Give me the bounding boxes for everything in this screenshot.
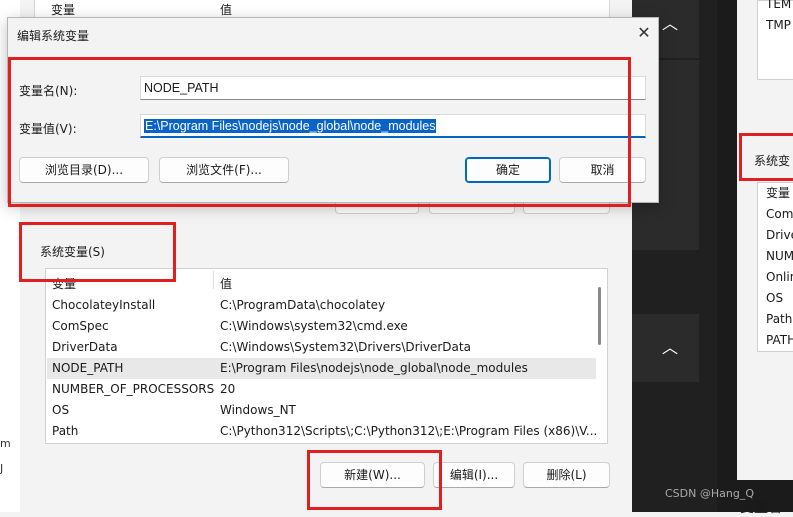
variable-name-cell: OS [52, 403, 70, 417]
right-list-item[interactable]: Com [766, 207, 793, 221]
variable-value-cell: Windows_NT [220, 403, 296, 417]
table-row[interactable]: DriverData C:\Windows\System32\Drivers\D… [47, 337, 596, 358]
right-list-item[interactable]: Path [766, 312, 792, 326]
variable-name-cell: Path [52, 424, 79, 438]
right-list-item[interactable]: Onlin [766, 270, 793, 284]
right-list-item[interactable]: TEM [766, 0, 791, 11]
chevron-up-icon[interactable]: ︿ [653, 331, 687, 365]
dialog-title: 编辑系统变量 [17, 29, 90, 43]
table-row-selected[interactable]: NODE_PATH E:\Program Files\nodejs\node_g… [47, 358, 596, 379]
variable-value-cell: C:\Python312\Scripts\;C:\Python312\;E:\P… [220, 424, 598, 438]
table-row[interactable]: ComSpec C:\Windows\system32\cmd.exe [47, 316, 596, 337]
variable-name-cell: ComSpec [52, 319, 109, 333]
system-variables-table: 变量 值 ChocolateyInstall C:\ProgramData\ch… [45, 268, 608, 444]
table-row[interactable]: OS Windows_NT [47, 400, 596, 421]
vertical-scrollbar[interactable] [598, 287, 601, 345]
delete-button[interactable]: 删除(L) [523, 462, 610, 488]
left-text-fragment: m [0, 437, 11, 450]
right-list-item[interactable]: OS [766, 291, 783, 305]
right-list-item[interactable]: Drive [766, 228, 793, 242]
annotation-box-system-label [19, 222, 176, 282]
table-row[interactable]: Path C:\Python312\Scripts\;C:\Python312\… [47, 421, 598, 442]
right-bottom-label: 变量名 [740, 500, 782, 516]
variable-name-cell: NODE_PATH [52, 361, 124, 375]
edit-button[interactable]: 编辑(I)... [433, 462, 515, 488]
column-header-variable: 变量 [51, 3, 76, 17]
right-list-item[interactable]: NUM [766, 249, 793, 263]
right-system-variables-list: 变量 Com Drive NUM Onlin OS Path PATH [757, 182, 793, 352]
left-text-fragment: J [0, 462, 4, 475]
right-list-item[interactable]: TMP [766, 18, 791, 32]
table-row[interactable]: ChocolateyInstall C:\ProgramData\chocola… [47, 295, 596, 316]
column-header-value[interactable]: 值 [220, 275, 232, 292]
table-row[interactable]: NUMBER_OF_PROCESSORS 20 [47, 379, 596, 400]
annotation-box-right-section [739, 133, 793, 181]
right-user-variables-list: TEM TMP [757, 0, 793, 80]
right-list-item[interactable]: PATH [766, 333, 793, 347]
variable-name-cell: ChocolateyInstall [52, 298, 156, 312]
variable-value-cell: C:\Windows\system32\cmd.exe [220, 319, 408, 333]
close-icon[interactable]: ✕ [634, 23, 654, 43]
variable-value-cell: E:\Program Files\nodejs\node_global\node… [220, 361, 528, 375]
variable-name-cell: DriverData [52, 340, 118, 354]
annotation-box-new-button [307, 450, 442, 510]
column-header-value: 值 [220, 3, 233, 17]
column-divider[interactable] [213, 271, 214, 289]
annotation-box-edit-fields [8, 57, 631, 207]
variable-value-cell: 20 [220, 382, 236, 396]
variable-name-cell: NUMBER_OF_PROCESSORS [52, 382, 215, 396]
right-column-header: 变量 [766, 186, 791, 200]
variable-value-cell: C:\Windows\System32\Drivers\DriverData [220, 340, 471, 354]
variable-value-cell: C:\ProgramData\chocolatey [220, 298, 386, 312]
right-environment-window: TEM TMP 系统变 变量 Com Drive NUM Onlin OS Pa… [717, 0, 793, 512]
